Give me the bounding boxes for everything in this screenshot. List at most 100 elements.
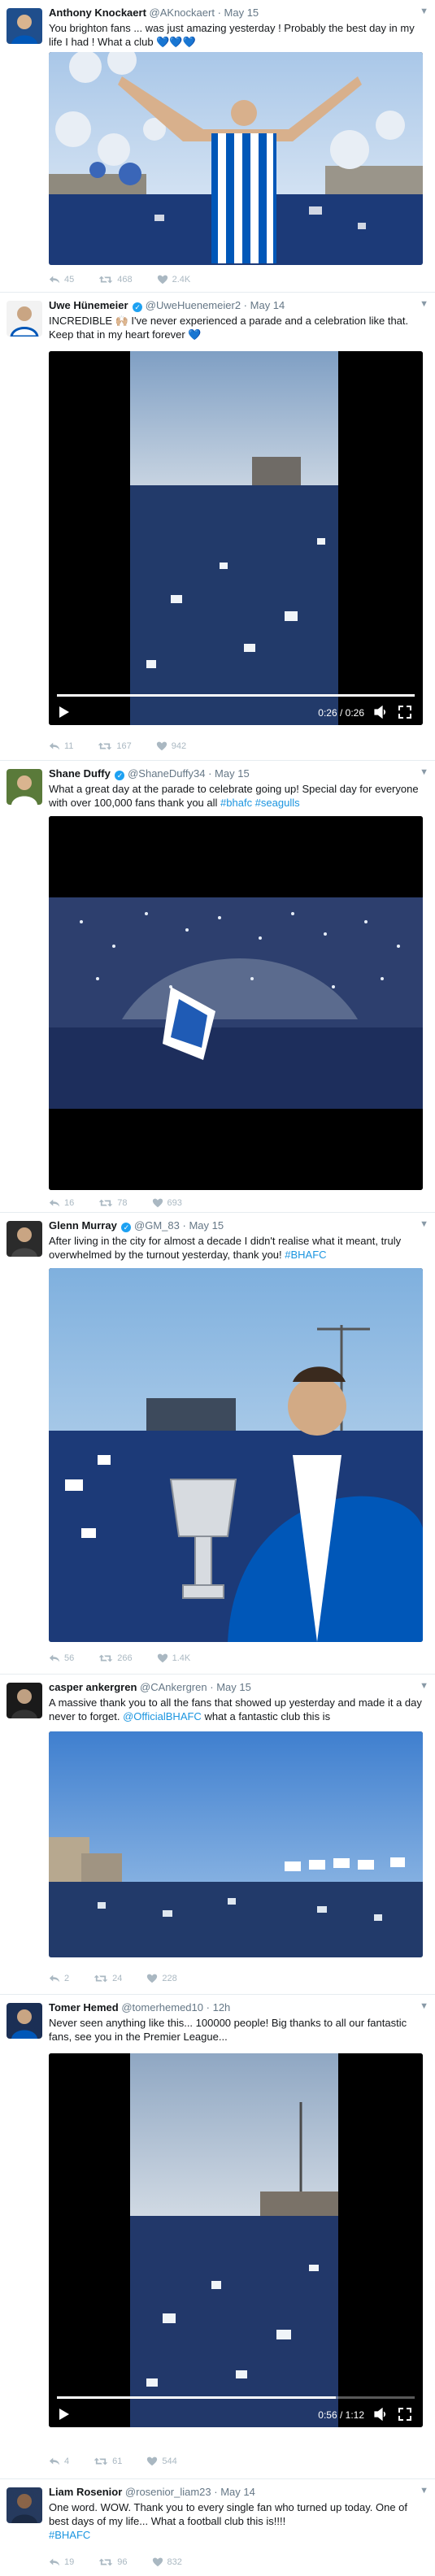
tweet[interactable]: ▼ casper ankergren @CAnkergren · May 15 …	[0, 1675, 435, 1995]
retweet-button[interactable]: 468	[98, 274, 133, 285]
display-name[interactable]: Uwe Hünemeier	[49, 299, 128, 311]
retweet-icon	[94, 2456, 108, 2467]
user-handle[interactable]: @GM_83	[134, 1219, 180, 1232]
video-progress-bar[interactable]	[57, 694, 415, 697]
reply-icon	[49, 2556, 60, 2568]
hashtag-link[interactable]: #BHAFC	[285, 1249, 326, 1261]
tweet-actions: 2 24 228	[49, 1972, 202, 1985]
retweet-button[interactable]: 266	[98, 1653, 133, 1664]
play-icon[interactable]	[59, 706, 70, 719]
hashtag-link[interactable]: #bhafc #seagulls	[220, 797, 300, 809]
mention-link[interactable]: @OfficialBHAFC	[123, 1710, 202, 1722]
like-button[interactable]: 942	[156, 741, 186, 752]
chevron-down-icon[interactable]: ▼	[420, 2486, 428, 2496]
fullscreen-icon[interactable]	[398, 2408, 411, 2421]
like-button[interactable]: 1.4K	[157, 1653, 190, 1664]
tweet-actions: 4 61 544	[49, 2455, 202, 2468]
retweet-button[interactable]: 78	[98, 1197, 128, 1209]
tweet-photo[interactable]	[49, 1268, 423, 1642]
reply-icon	[49, 741, 60, 752]
user-handle[interactable]: @tomerhemed10	[121, 2001, 203, 2013]
tweet-photo[interactable]	[49, 1731, 423, 1957]
reply-count: 2	[64, 1974, 70, 1983]
avatar[interactable]	[7, 8, 42, 44]
like-button[interactable]: 693	[152, 1197, 182, 1209]
display-name[interactable]: Liam Rosenior	[49, 2486, 122, 2498]
avatar[interactable]	[7, 2003, 42, 2039]
display-name[interactable]: Shane Duffy	[49, 767, 111, 780]
retweet-button[interactable]: 96	[98, 2556, 128, 2568]
chevron-down-icon[interactable]: ▼	[420, 299, 428, 309]
retweet-button[interactable]: 61	[94, 2456, 122, 2467]
timestamp[interactable]: 12h	[213, 2001, 231, 2013]
tweet[interactable]: ▼ Uwe Hünemeier ✓ @UweHuenemeier2 · May …	[0, 293, 435, 761]
tweet[interactable]: ▼ Glenn Murray ✓ @GM_83 · May 15 After l…	[0, 1213, 435, 1675]
avatar[interactable]	[7, 1683, 42, 1718]
tweet[interactable]: ▼ Tomer Hemed @tomerhemed10 · 12h Never …	[0, 1995, 435, 2479]
timestamp[interactable]: May 15	[224, 7, 259, 19]
like-button[interactable]: 832	[152, 2556, 182, 2568]
timestamp[interactable]: May 14	[250, 299, 285, 311]
display-name[interactable]: Anthony Knockaert	[49, 7, 146, 19]
heart-icon	[156, 741, 167, 752]
play-icon[interactable]	[59, 2408, 70, 2421]
user-handle[interactable]: @rosenior_liam23	[125, 2486, 211, 2498]
tweet-photo[interactable]	[49, 816, 423, 1190]
tweet-video[interactable]: 0:26 / 0:26	[49, 351, 423, 725]
hashtag-link[interactable]: #BHAFC	[49, 2529, 90, 2541]
display-name[interactable]: Tomer Hemed	[49, 2001, 119, 2013]
display-name[interactable]: casper ankergren	[49, 1681, 137, 1693]
user-handle[interactable]: @CAnkergren	[140, 1681, 207, 1693]
separator: ·	[217, 7, 221, 19]
separator: ·	[243, 299, 248, 311]
retweet-button[interactable]: 167	[98, 741, 132, 752]
avatar[interactable]	[7, 1221, 42, 1257]
separator: ·	[208, 767, 212, 780]
reply-button[interactable]: 56	[49, 1653, 74, 1664]
avatar[interactable]	[7, 301, 42, 337]
like-count: 832	[167, 2557, 182, 2567]
user-handle[interactable]: @UweHuenemeier2	[146, 299, 241, 311]
tweet[interactable]: ▼ Anthony Knockaert @AKnockaert · May 15…	[0, 0, 435, 293]
chevron-down-icon[interactable]: ▼	[420, 767, 428, 777]
tweet[interactable]: ▼ Shane Duffy ✓ @ShaneDuffy34 · May 15 W…	[0, 761, 435, 1213]
like-button[interactable]: 228	[146, 1973, 177, 1984]
user-handle[interactable]: @ShaneDuffy34	[128, 767, 205, 780]
chevron-down-icon[interactable]: ▼	[420, 7, 428, 16]
avatar[interactable]	[7, 769, 42, 805]
fullscreen-icon[interactable]	[398, 706, 411, 719]
tweet-actions: 11 167 942	[49, 740, 211, 753]
tweet-photo[interactable]	[49, 52, 423, 265]
video-controls: 0:26 / 0:26	[49, 693, 423, 725]
like-button[interactable]: 2.4K	[157, 274, 190, 285]
heart-icon	[157, 274, 168, 285]
timestamp[interactable]: May 15	[215, 767, 250, 780]
avatar[interactable]	[7, 2487, 42, 2523]
timestamp[interactable]: May 14	[220, 2486, 255, 2498]
tweet-header: Uwe Hünemeier ✓ @UweHuenemeier2 · May 14	[49, 299, 415, 312]
display-name[interactable]: Glenn Murray	[49, 1219, 117, 1232]
volume-icon[interactable]	[374, 706, 389, 719]
tweet-header: Glenn Murray ✓ @GM_83 · May 15	[49, 1219, 415, 1232]
chevron-down-icon[interactable]: ▼	[420, 2001, 428, 2011]
chevron-down-icon[interactable]: ▼	[420, 1681, 428, 1691]
timestamp[interactable]: May 15	[216, 1681, 251, 1693]
reply-button[interactable]: 45	[49, 274, 74, 285]
reply-button[interactable]: 2	[49, 1973, 69, 1984]
retweet-button[interactable]: 24	[94, 1973, 122, 1984]
reply-button[interactable]: 19	[49, 2556, 74, 2568]
retweet-icon	[98, 2556, 113, 2568]
reply-icon	[49, 1973, 60, 1984]
reply-button[interactable]: 11	[49, 741, 73, 752]
reply-button[interactable]: 16	[49, 1197, 74, 1209]
reply-count: 56	[64, 1653, 75, 1663]
video-progress-bar[interactable]	[57, 2396, 415, 2399]
like-button[interactable]: 544	[146, 2456, 177, 2467]
timestamp[interactable]: May 15	[189, 1219, 224, 1232]
reply-button[interactable]: 4	[49, 2456, 69, 2467]
tweet-video[interactable]: 0:56 / 1:12	[49, 2053, 423, 2427]
chevron-down-icon[interactable]: ▼	[420, 1219, 428, 1229]
tweet[interactable]: ▼ Liam Rosenior @rosenior_liam23 · May 1…	[0, 2479, 435, 2576]
volume-icon[interactable]	[374, 2408, 389, 2421]
user-handle[interactable]: @AKnockaert	[150, 7, 215, 19]
